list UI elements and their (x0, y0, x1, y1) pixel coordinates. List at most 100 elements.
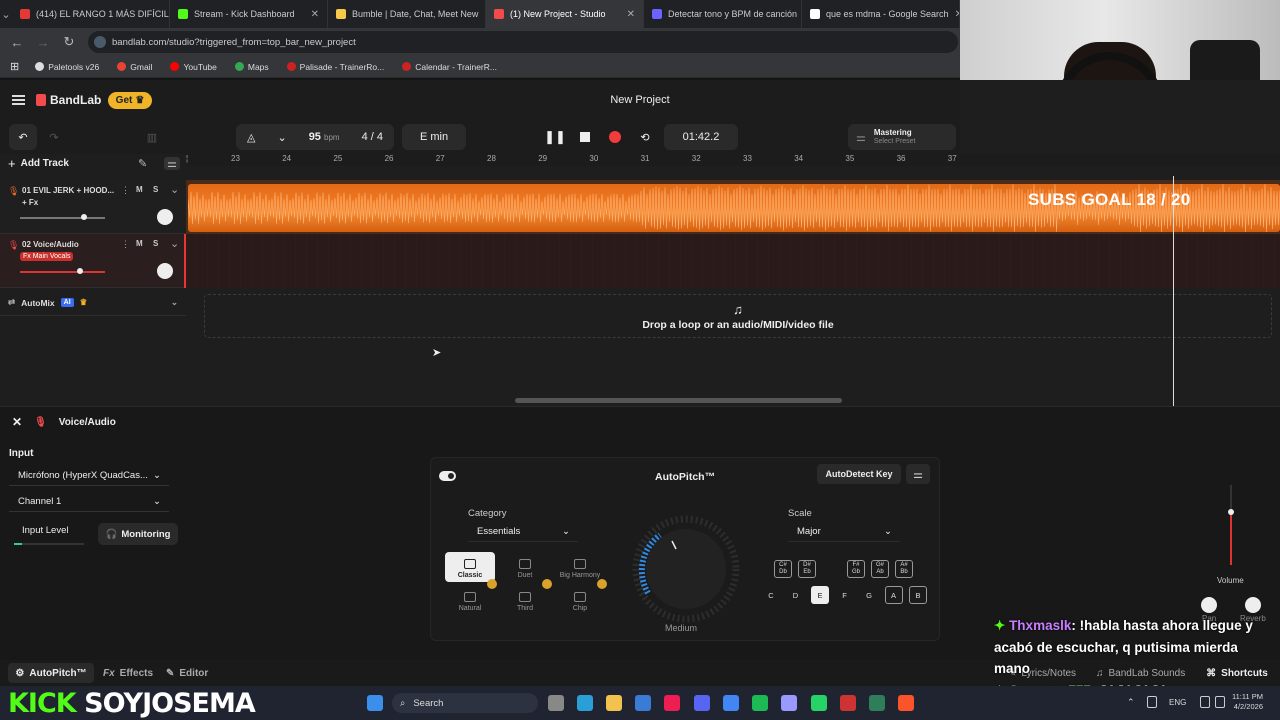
whatsapp-icon[interactable] (811, 695, 827, 711)
tray-chevron-icon[interactable]: ⌃ (1127, 697, 1135, 708)
mode-classic[interactable]: Classic (445, 552, 495, 582)
mode-chip[interactable]: Chip (555, 579, 607, 615)
discord-icon[interactable] (694, 695, 710, 711)
keyboard-icon[interactable]: ▥ (140, 124, 164, 150)
key-sharp[interactable]: G# Ab (871, 560, 889, 578)
pitch-correction-dial[interactable] (630, 513, 742, 625)
key-a[interactable]: A (884, 586, 903, 604)
brave-icon[interactable] (898, 695, 914, 711)
menu-icon[interactable] (12, 95, 25, 105)
key-sharp[interactable]: C# Db (774, 560, 792, 578)
bandlab-logo[interactable]: BandLab (36, 93, 101, 107)
tab-effects[interactable]: Fx Effects (103, 663, 153, 683)
premiere-icon[interactable] (781, 695, 797, 711)
category-select[interactable]: Essentials ⌄ (468, 522, 578, 542)
edge-icon[interactable] (577, 695, 593, 711)
apps-grid-icon[interactable]: ⊞ (10, 60, 19, 73)
back-icon[interactable]: ← (10, 35, 24, 50)
chevron-down-icon[interactable]: ⌄ (170, 183, 179, 196)
key-f[interactable]: F (836, 586, 854, 604)
key-d[interactable]: D (787, 586, 805, 604)
pan-knob[interactable] (157, 263, 173, 279)
time-signature[interactable]: 4 / 4 (362, 131, 383, 143)
volume-slider-handle[interactable] (81, 214, 88, 220)
url-field[interactable]: bandlab.com/studio?triggered_from=top_ba… (88, 31, 958, 53)
metronome-dropdown-icon[interactable]: ⌄ (277, 131, 286, 144)
record-button[interactable] (603, 124, 627, 150)
get-membership-button[interactable]: Get ♛ (108, 92, 152, 109)
mode-third[interactable]: Third (500, 579, 552, 615)
horizontal-scrollbar[interactable] (515, 398, 842, 403)
bookmark-item[interactable]: Maps (234, 62, 269, 72)
chevron-down-icon[interactable]: ⌄ (171, 297, 178, 308)
solo-button[interactable]: S (153, 239, 158, 248)
spotify-icon[interactable] (752, 695, 768, 711)
add-fx-button[interactable]: + Fx (22, 198, 38, 207)
mixer-toggle-icon[interactable]: ⚌ (164, 157, 180, 170)
input-device-select[interactable]: Micrófono (HyperX QuadCas... ⌄ (9, 466, 169, 486)
stop-button[interactable] (574, 124, 596, 150)
browser-tab[interactable]: que es mdma - Google Search✕ (802, 0, 960, 28)
site-info-icon[interactable] (94, 36, 106, 48)
obs-icon[interactable] (840, 695, 856, 711)
forward-icon[interactable]: → (36, 35, 50, 50)
redo-button[interactable]: ↷ (42, 124, 66, 150)
taskbar-search[interactable]: ⌕ Search (392, 693, 538, 713)
add-track-button[interactable]: + Add Track (8, 156, 69, 171)
browser-tab[interactable]: (414) EL RANGO 1 MÁS DIFÍCIL✕ (12, 0, 170, 28)
volume-slider-handle[interactable] (76, 268, 83, 274)
tab-search-icon[interactable]: ⌄ (0, 0, 12, 28)
bookmark-item[interactable]: Paletools v26 (35, 62, 99, 72)
browser-tab[interactable]: Detectar tono y BPM de canción✕ (644, 0, 802, 28)
mute-button[interactable]: M (136, 185, 143, 194)
tab-editor[interactable]: ✎ Editor (166, 663, 208, 683)
language-indicator[interactable]: ENG (1169, 698, 1186, 707)
pan-knob[interactable] (1201, 597, 1217, 613)
key-sharp[interactable]: D# Eb (798, 560, 816, 578)
monitoring-button[interactable]: 🎧 Monitoring (98, 523, 178, 545)
project-title[interactable]: New Project (560, 94, 720, 106)
track-options-icon[interactable]: ⋮ (121, 239, 130, 250)
terminal-icon[interactable] (869, 695, 885, 711)
key-e[interactable]: E (811, 586, 829, 604)
bookmark-item[interactable]: YouTube (170, 62, 217, 72)
key-c[interactable]: C (762, 586, 780, 604)
track-header-1[interactable]: 🎙 01 EVIL JERK + HOOD... + Fx ⋮ M S ⌄ (0, 180, 186, 234)
bookmark-item[interactable]: Gmail (117, 62, 152, 72)
track-options-icon[interactable]: ⋮ (121, 185, 130, 196)
mute-button[interactable]: M (136, 239, 143, 248)
automix-row[interactable]: ⇄ AutoMix AI ♛ ⌄ (0, 290, 186, 316)
browser-tab[interactable]: Stream - Kick Dashboard ✕ (170, 0, 328, 28)
key-sharp[interactable]: F# Gb (847, 560, 865, 578)
volume-fader[interactable] (1228, 485, 1234, 565)
key-g[interactable]: G (860, 586, 878, 604)
timeline-ruler[interactable]: ¦ 23 24 25 26 27 28 29 30 31 32 33 34 35 36 37 (186, 154, 1280, 166)
solo-button[interactable]: S (153, 185, 158, 194)
task-view-icon[interactable] (548, 695, 564, 711)
mastering-button[interactable]: ⚌ Mastering Select Preset (848, 124, 956, 150)
pause-button[interactable]: ❚❚ (538, 124, 572, 150)
mode-duet[interactable]: Duet (500, 552, 550, 582)
key-selector[interactable]: E min (402, 124, 466, 150)
volume-tray-icon[interactable] (1215, 696, 1225, 708)
network-icon[interactable] (1200, 696, 1210, 708)
playhead[interactable] (1173, 176, 1174, 406)
settings-sliders-icon[interactable]: ⚌ (906, 464, 930, 484)
close-tab-icon[interactable]: ✕ (627, 9, 635, 20)
file-explorer-icon[interactable] (606, 695, 622, 711)
tab-autopitch[interactable]: ⚙ AutoPitch™ (8, 663, 94, 683)
bpm-value[interactable]: 95 bpm (309, 131, 340, 143)
reload-icon[interactable]: ↻ (62, 34, 76, 50)
pan-knob[interactable] (157, 209, 173, 225)
clock[interactable]: 11:11 PM 4/2/2026 (1232, 692, 1263, 712)
channel-select[interactable]: Channel 1 ⌄ (9, 492, 169, 512)
fx-chain-badge[interactable]: Fx Main Vocals (20, 252, 74, 261)
track-header-2[interactable]: 🎙 02 Voice/Audio Fx Main Vocals ⋮ M S ⌄ (0, 234, 186, 288)
key-b[interactable]: B (909, 586, 927, 604)
loop-button[interactable]: ⟲ (633, 124, 657, 150)
close-tab-icon[interactable]: ✕ (311, 9, 319, 20)
metronome-icon[interactable]: ◬ (247, 131, 255, 144)
undo-button[interactable]: ↶ (9, 124, 37, 150)
mode-natural[interactable]: Natural (445, 579, 497, 615)
close-icon[interactable]: ✕ (12, 415, 22, 429)
